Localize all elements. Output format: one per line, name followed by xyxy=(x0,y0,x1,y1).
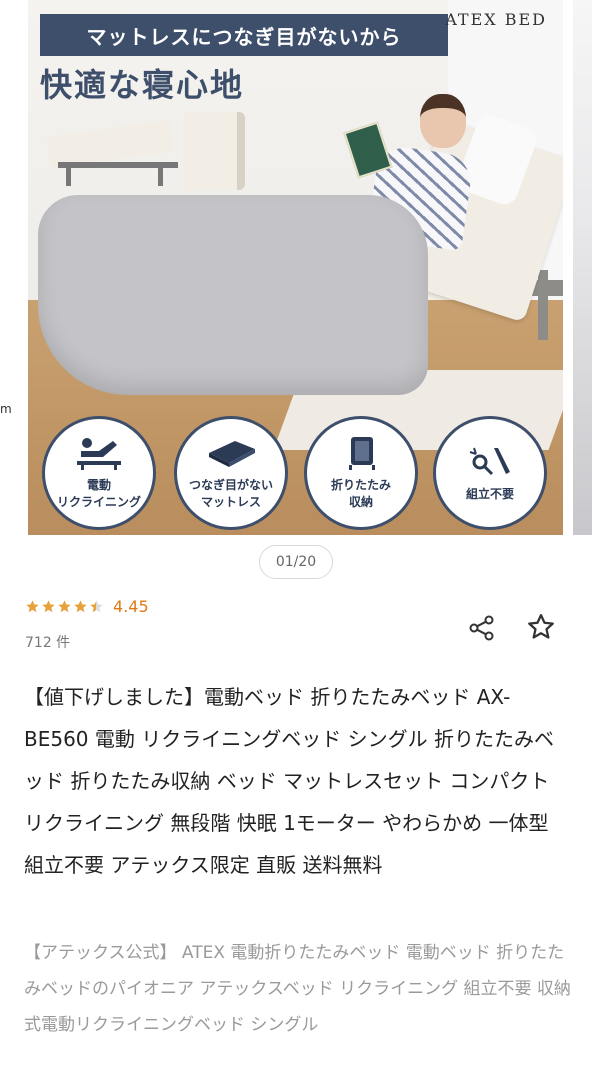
feature-badge-no-assembly: 組立不要 xyxy=(433,416,547,530)
rating-summary[interactable]: 4.45 xyxy=(25,597,149,616)
product-image[interactable]: マットレスにつなぎ目がないから 快適な寝心地 ATEX BED 電動 リクライニ… xyxy=(28,0,563,535)
star-icon xyxy=(42,600,55,613)
favorite-button[interactable] xyxy=(524,610,558,644)
product-subtitle: 【アテックス公式】 ATEX 電動折りたたみベッド 電動ベッド 折りたたみベッド… xyxy=(24,943,571,1035)
tools-icon xyxy=(469,447,510,475)
mini-bed-recline-image xyxy=(46,118,178,188)
share-button[interactable] xyxy=(466,612,498,644)
feature-label: つなぎ目がない マットレス xyxy=(188,478,273,509)
previous-slide-text: m xyxy=(0,402,12,416)
image-pager: 01/20 xyxy=(259,545,333,579)
brand-logo: ATEX BED xyxy=(445,10,547,29)
star-icon xyxy=(58,600,71,613)
star-icon xyxy=(26,600,39,613)
fold-icon xyxy=(349,437,375,470)
promo-headline: 快適な寝心地 xyxy=(40,66,245,104)
blanket xyxy=(38,195,428,395)
previous-slide-peek[interactable]: m xyxy=(0,0,28,535)
mattress-icon xyxy=(209,441,255,467)
feature-badge-recline: 電動 リクライニング xyxy=(42,416,156,530)
mini-bed-folded-image xyxy=(183,112,245,190)
feature-label: 折りたたみ 収納 xyxy=(330,478,391,509)
share-icon xyxy=(469,615,494,641)
feature-badge-fold: 折りたたみ 収納 xyxy=(304,416,418,530)
product-title: 【値下げしました】電動ベッド 折りたたみベッド AX-BE560 電動 リクライ… xyxy=(24,685,554,877)
star-icon xyxy=(74,600,87,613)
next-slide-peek[interactable] xyxy=(573,0,592,535)
feature-label: 組立不要 xyxy=(465,486,514,501)
rating-stars xyxy=(25,599,105,614)
feature-label: 電動 リクライニング xyxy=(56,478,141,509)
review-count[interactable]: 712 件 xyxy=(25,632,70,652)
image-carousel[interactable]: m マットレスにつなぎ目がないから 快適な寝心地 ATEX BED 電動 リクラ… xyxy=(0,0,592,590)
rating-value: 4.45 xyxy=(113,597,149,616)
star-icon xyxy=(90,600,103,613)
person-head xyxy=(420,94,466,148)
recline-icon xyxy=(77,438,121,470)
promo-banner: マットレスにつなぎ目がないから xyxy=(40,14,448,56)
feature-badge-mattress: つなぎ目がない マットレス xyxy=(174,416,288,530)
star-outline-icon xyxy=(528,614,554,639)
